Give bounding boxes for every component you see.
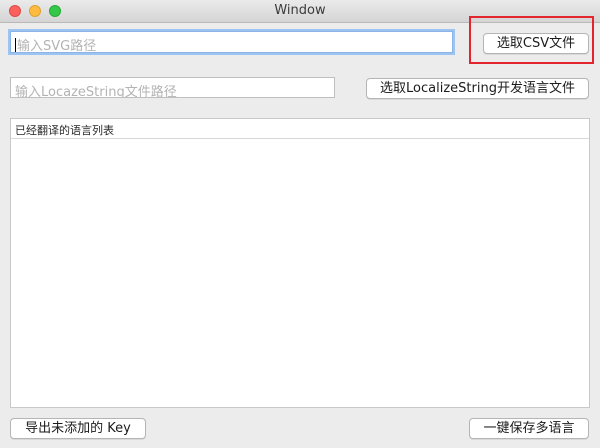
translated-languages-table[interactable]: 已经翻译的语言列表 — [10, 118, 590, 408]
svg-path-placeholder: 输入SVG路径 — [17, 39, 97, 53]
localize-path-input[interactable]: 输入LocazeString文件路径 — [10, 77, 335, 98]
select-localize-file-button[interactable]: 选取LocalizeString开发语言文件 — [366, 78, 589, 99]
table-column-header[interactable]: 已经翻译的语言列表 — [11, 119, 589, 139]
svg-path-input[interactable]: 输入SVG路径 — [10, 31, 453, 53]
save-all-languages-button[interactable]: 一键保存多语言 — [469, 418, 589, 439]
export-missing-keys-button[interactable]: 导出未添加的 Key — [10, 418, 146, 439]
app-window: Window 输入SVG路径 选取CSV文件 输入LocazeString文件路… — [0, 0, 600, 448]
text-caret — [15, 38, 16, 52]
select-csv-button[interactable]: 选取CSV文件 — [483, 33, 589, 54]
localize-path-placeholder: 输入LocazeString文件路径 — [15, 85, 177, 98]
